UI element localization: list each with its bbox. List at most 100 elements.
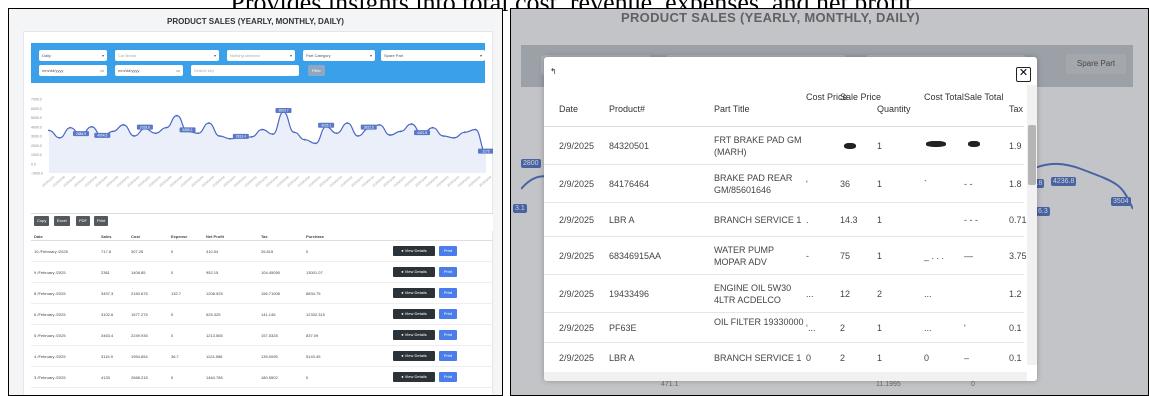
table-cell: PF63E	[609, 323, 637, 333]
column-header[interactable]: Date	[559, 103, 609, 115]
table-cell: 1	[877, 141, 883, 151]
view-details-button[interactable]: ● View Details	[393, 330, 435, 340]
table-cell: 3102.6	[101, 312, 114, 317]
print-table-button[interactable]: Print	[94, 216, 109, 226]
pdf-button[interactable]: PDF	[76, 216, 90, 226]
table-cell: 6 /February /2025	[34, 312, 66, 317]
vertical-scrollbar[interactable]	[1027, 85, 1037, 365]
table-cell: 2249.935	[131, 333, 148, 338]
column-header[interactable]: Sale Total	[964, 91, 1004, 103]
search-input[interactable]: Search key	[191, 65, 299, 76]
view-details-button[interactable]: ● View Details	[393, 309, 435, 319]
table-cell: 141.145	[261, 312, 276, 317]
nothing-selected-value: Nothing selected	[230, 53, 260, 58]
column-header[interactable]: Date	[34, 234, 43, 239]
chevron-down-icon: ▾	[369, 53, 372, 58]
print-row-button[interactable]: Print	[439, 330, 457, 340]
data-point	[229, 137, 232, 140]
data-point	[474, 128, 477, 131]
part-category-select[interactable]: Part Category ▾	[303, 50, 375, 61]
details-modal: ↰ ✕ Date Product# Part Title Cost Price Sale…	[544, 57, 1037, 381]
column-header[interactable]: Tax	[1009, 103, 1029, 115]
column-header[interactable]: Purchase	[306, 234, 324, 239]
back-icon[interactable]: ↰	[550, 67, 557, 76]
y-tick-label: 2000.0	[31, 144, 42, 148]
data-point	[207, 122, 210, 124]
table-cell: BRANCH SERVICE 1	[714, 353, 802, 363]
car-brand-select[interactable]: Car Brand ▾	[115, 50, 219, 61]
table-cell: 68346915AA	[609, 251, 662, 261]
table-cell: 2	[877, 289, 883, 299]
data-label: 5266.1	[179, 127, 196, 133]
column-header[interactable]: Tax	[261, 234, 268, 239]
chevron-down-icon: ▾	[213, 53, 216, 58]
print-row-button[interactable]: Print	[439, 372, 457, 382]
close-button[interactable]: ✕	[1016, 67, 1031, 82]
table-row: 2/9/2025 84176464 BRAKE PAD REAR GM/856016…	[544, 165, 1024, 203]
table-cell: 1577.275	[131, 312, 148, 317]
table-cell: 1954.654	[131, 354, 148, 359]
data-point	[346, 122, 349, 124]
column-header[interactable]: Sale Price	[840, 91, 881, 103]
chevron-down-icon: ▾	[479, 53, 482, 58]
column-header[interactable]: Cost	[131, 234, 140, 239]
print-row-button[interactable]: Print	[439, 288, 457, 298]
series-area	[49, 111, 486, 173]
view-details-button[interactable]: ● View Details	[393, 246, 435, 256]
column-header[interactable]: Cost Price	[806, 91, 848, 103]
print-row-button[interactable]: Print	[439, 351, 457, 361]
excel-button[interactable]: Excel	[54, 216, 70, 226]
date-from-input[interactable]: mm/dd/yyyy ▭	[39, 65, 107, 76]
table-cell: 1408.85	[131, 270, 146, 275]
data-point	[58, 136, 61, 139]
spare-part-select[interactable]: Spare Part ▾	[381, 50, 485, 61]
svg-text:2822.5: 2822.5	[364, 125, 374, 129]
svg-text:3603.7: 3603.7	[278, 109, 288, 113]
table-cell: 0	[924, 353, 930, 363]
data-point	[112, 130, 114, 133]
column-header[interactable]: Part Title	[714, 103, 804, 115]
table-cell: 1208.925	[206, 291, 223, 296]
column-header[interactable]: Cost Total	[924, 91, 964, 103]
table-cell: 2/9/2025	[559, 289, 595, 299]
table-cell: _ . . .	[924, 251, 945, 261]
column-header[interactable]: Expense	[171, 234, 187, 239]
data-point	[453, 136, 455, 139]
view-details-button[interactable]: ● View Details	[393, 288, 435, 298]
table-cell: 12332.315	[306, 312, 325, 317]
table-cell: 525.325	[206, 312, 221, 317]
table-cell: 0	[806, 353, 812, 363]
data-label: 2822.5	[360, 124, 377, 130]
column-header[interactable]: Sales	[101, 234, 111, 239]
table-cell: 5 /February /2025	[34, 333, 66, 338]
copy-button[interactable]: Copy	[34, 216, 50, 226]
view-details-button[interactable]: ● View Details	[393, 372, 435, 382]
table-row: 2/9/2025 LBR A BRANCH SERVICE 1 0 2 1 0 – 0.1	[544, 343, 1024, 373]
print-row-button[interactable]: Print	[439, 246, 457, 256]
table-row: 10 /February /2025 717.8 307.26 0 410.54 26.8…	[31, 241, 493, 262]
print-row-button[interactable]: Print	[439, 267, 457, 277]
chevron-down-icon: ▾	[289, 53, 292, 58]
redaction-mark	[844, 143, 856, 149]
date-to-input[interactable]: mm/dd/yyyy ▭	[115, 65, 183, 76]
data-point	[261, 128, 264, 131]
table-row: 2/9/2025 PF63E OIL FILTER 19330000 ‘... 2 1.…	[544, 313, 1024, 343]
filter-button[interactable]: Filter	[308, 65, 325, 76]
print-row-button[interactable]: Print	[439, 309, 457, 319]
table-cell: 410.54	[206, 249, 219, 254]
column-header[interactable]: Product#	[609, 103, 709, 115]
data-point	[389, 134, 391, 136]
table-cell: 2/9/2025	[559, 353, 595, 363]
chevron-down-icon: ▾	[101, 53, 104, 58]
svg-text:2813.4: 2813.4	[236, 135, 246, 139]
scroll-thumb[interactable]	[1028, 125, 1036, 185]
nothing-selected-select[interactable]: Nothing selected ▾	[227, 50, 295, 61]
horizontal-scrollbar[interactable]	[544, 372, 1027, 381]
column-header[interactable]: Net Profit	[206, 234, 224, 239]
redaction-mark	[926, 141, 946, 147]
view-details-button[interactable]: ● View Details	[393, 267, 435, 277]
data-point	[165, 126, 168, 129]
column-header[interactable]: Quantity	[877, 103, 922, 115]
view-details-button[interactable]: ● View Details	[393, 351, 435, 361]
period-select[interactable]: Daily ▾	[39, 50, 107, 61]
